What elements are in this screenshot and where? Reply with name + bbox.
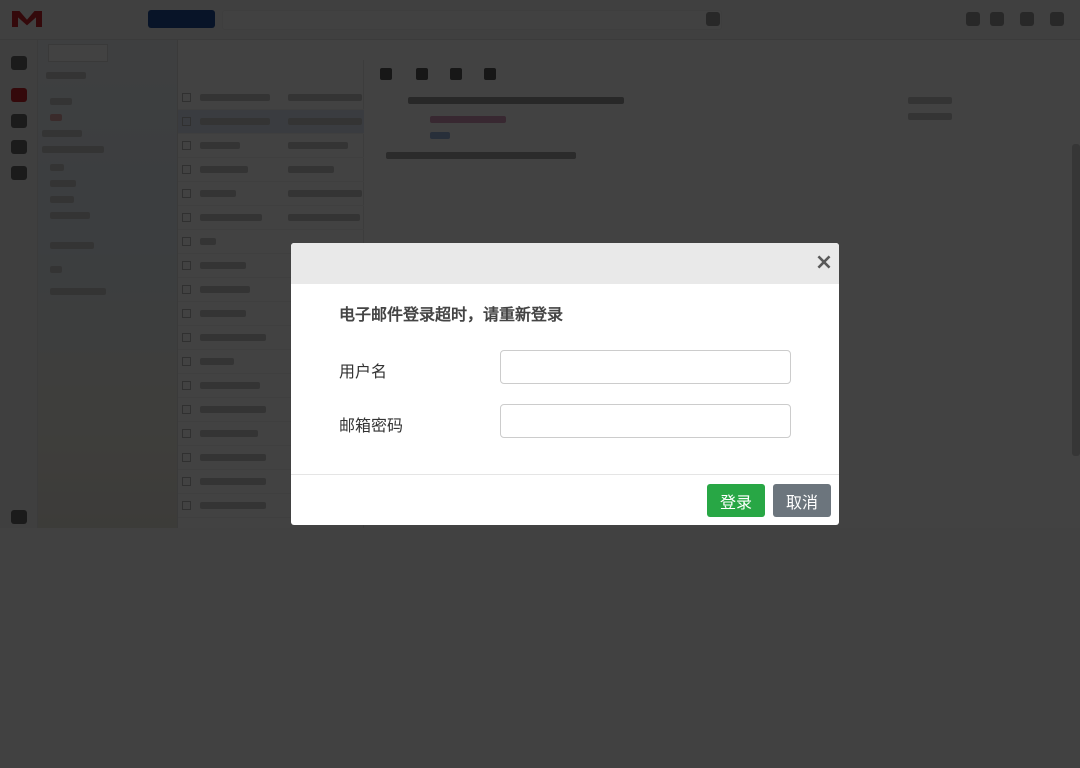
dialog-title: 电子邮件登录超时，请重新登录 [339,305,564,324]
cancel-button[interactable]: 取消 [773,484,831,517]
dialog-header: × [291,243,839,284]
close-icon[interactable]: × [813,252,835,274]
mail-app-background: × 电子邮件登录超时，请重新登录 用户名 邮箱密码 登录 取消 [0,0,1080,528]
login-button[interactable]: 登录 [707,484,765,517]
login-timeout-dialog: × 电子邮件登录超时，请重新登录 用户名 邮箱密码 登录 取消 [291,243,839,525]
username-input[interactable] [500,350,791,384]
password-input[interactable] [500,404,791,438]
username-label: 用户名 [339,362,388,381]
dialog-footer: 登录 取消 [291,474,839,525]
password-label: 邮箱密码 [339,416,404,435]
empty-area [0,528,1080,768]
